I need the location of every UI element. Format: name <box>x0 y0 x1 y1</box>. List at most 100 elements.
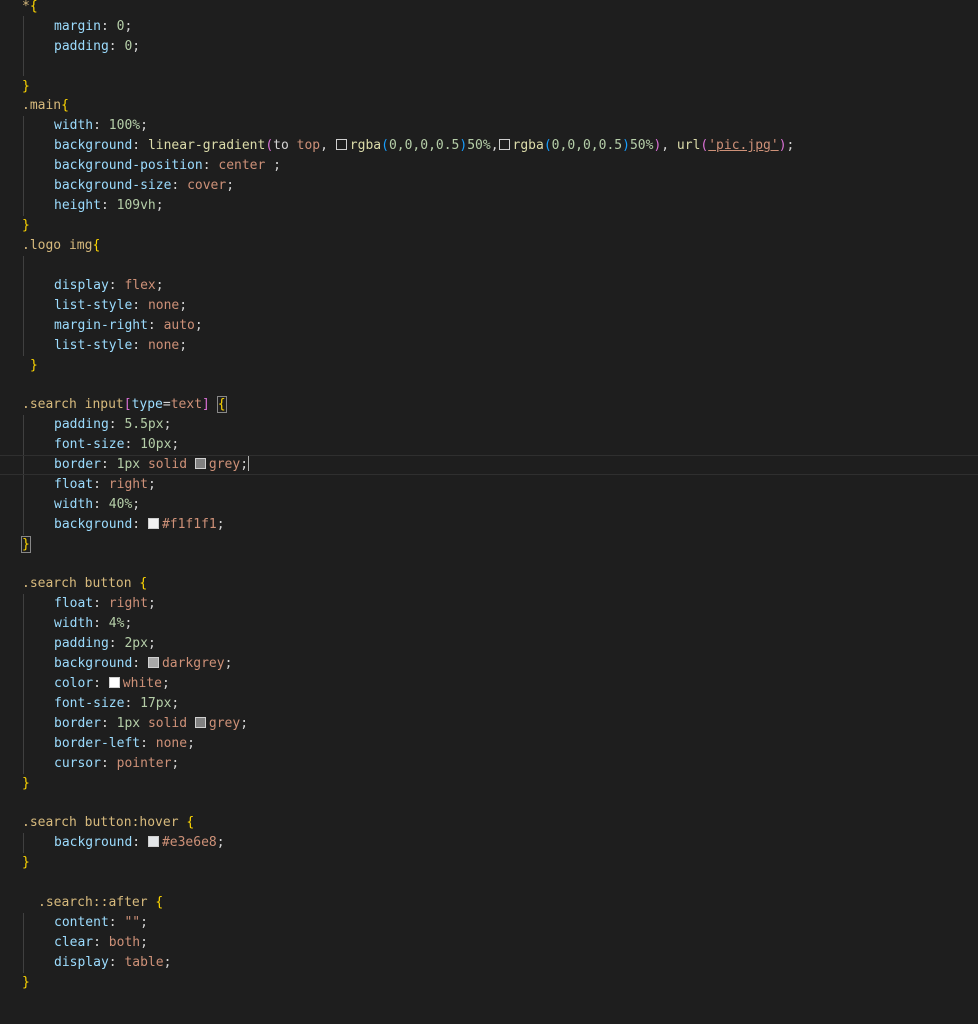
color-swatch[interactable] <box>336 139 347 150</box>
code-token: : <box>93 596 109 611</box>
code-token: "" <box>124 915 140 930</box>
code-line[interactable]: border-left: none; <box>54 734 195 754</box>
color-swatch[interactable] <box>499 139 510 150</box>
code-token: ; <box>132 497 140 512</box>
code-token: , <box>491 138 499 153</box>
code-line[interactable]: cursor: pointer; <box>54 754 179 774</box>
color-swatch[interactable] <box>195 458 206 469</box>
code-token: width <box>54 118 93 133</box>
code-token: clear <box>54 935 93 950</box>
code-line[interactable]: list-style: none; <box>54 336 187 356</box>
color-swatch[interactable] <box>109 677 120 688</box>
code-token: 2px <box>124 636 147 651</box>
code-token[interactable]: 'pic.jpg' <box>708 138 778 153</box>
code-token: { <box>218 397 226 412</box>
code-line[interactable]: } <box>22 77 30 97</box>
color-swatch[interactable] <box>148 518 159 529</box>
code-token: } <box>30 358 38 373</box>
code-token: ; <box>124 19 132 34</box>
code-line[interactable]: margin: 0; <box>54 17 132 37</box>
code-token: ; <box>140 935 148 950</box>
code-token: ; <box>179 298 187 313</box>
code-token: background-size <box>54 178 171 193</box>
code-token: text <box>171 397 202 412</box>
code-line[interactable]: padding: 2px; <box>54 634 156 654</box>
code-line[interactable]: background: linear-gradient(to top, rgba… <box>54 136 794 156</box>
code-line[interactable]: background: #f1f1f1; <box>54 515 225 535</box>
code-token: content <box>54 915 109 930</box>
code-line[interactable]: .logo img{ <box>22 236 100 256</box>
code-token: list-style <box>54 298 132 313</box>
code-token: * <box>22 0 30 14</box>
code-token: { <box>30 0 38 14</box>
code-token: color <box>54 676 93 691</box>
color-swatch[interactable] <box>148 657 159 668</box>
code-line[interactable]: font-size: 17px; <box>54 694 179 714</box>
code-line[interactable]: } <box>22 973 30 993</box>
code-line[interactable]: .main{ <box>22 96 69 116</box>
color-swatch[interactable] <box>148 836 159 847</box>
code-token: ; <box>148 636 156 651</box>
code-line[interactable]: float: right; <box>54 594 156 614</box>
code-line[interactable]: margin-right: auto; <box>54 316 203 336</box>
code-token: { <box>139 576 147 591</box>
code-line[interactable]: color: white; <box>54 674 170 694</box>
code-token: ( <box>381 138 389 153</box>
code-token: none <box>148 338 179 353</box>
code-line[interactable]: background-position: center ; <box>54 156 281 176</box>
code-token: .search::after <box>38 895 155 910</box>
code-token: both <box>109 935 140 950</box>
code-token: 100% <box>109 118 140 133</box>
code-line[interactable]: content: ""; <box>54 913 148 933</box>
code-token: right <box>109 596 148 611</box>
code-line[interactable]: display: table; <box>54 953 171 973</box>
code-line[interactable]: } <box>22 774 30 794</box>
code-token: : <box>109 417 125 432</box>
code-line[interactable]: *{ <box>22 0 38 17</box>
code-line[interactable]: height: 109vh; <box>54 196 164 216</box>
code-line[interactable]: list-style: none; <box>54 296 187 316</box>
code-line[interactable]: display: flex; <box>54 276 164 296</box>
code-line[interactable]: background-size: cover; <box>54 176 234 196</box>
code-line[interactable]: .search input[type=text] { <box>22 395 226 415</box>
code-token: : <box>109 39 125 54</box>
code-line[interactable]: } <box>22 535 30 555</box>
code-line[interactable]: background: #e3e6e8; <box>54 833 225 853</box>
code-token: : <box>101 756 117 771</box>
code-line[interactable]: } <box>22 216 30 236</box>
code-line[interactable]: width: 4%; <box>54 614 132 634</box>
code-token: white <box>123 676 162 691</box>
code-token: ; <box>171 696 179 711</box>
code-editor[interactable]: *{ margin: 0; padding: 0; } .main{ width… <box>0 0 978 1024</box>
code-line[interactable]: padding: 5.5px; <box>54 415 171 435</box>
code-token: background <box>54 656 132 671</box>
code-token: top <box>297 138 320 153</box>
code-token: .search button:hover <box>22 815 186 830</box>
code-token: background-position <box>54 158 203 173</box>
code-token: background <box>54 138 132 153</box>
code-token: right <box>109 477 148 492</box>
code-line[interactable]: .search button { <box>22 574 147 594</box>
color-swatch[interactable] <box>195 717 206 728</box>
code-token: : <box>93 477 109 492</box>
code-line[interactable]: width: 40%; <box>54 495 140 515</box>
code-token: cover <box>187 178 226 193</box>
code-token: 0,0,0,0.5 <box>552 138 622 153</box>
code-token: #f1f1f1 <box>162 517 217 532</box>
code-line[interactable]: border: 1px solid grey; <box>54 714 248 734</box>
code-token: : <box>101 198 117 213</box>
code-line[interactable]: background: darkgrey; <box>54 654 232 674</box>
current-line[interactable]: border: 1px solid grey; <box>0 455 978 475</box>
code-line[interactable]: width: 100%; <box>54 116 148 136</box>
code-line[interactable]: clear: both; <box>54 933 148 953</box>
code-token: ; <box>225 656 233 671</box>
code-line[interactable]: } <box>22 853 30 873</box>
code-token: ; <box>787 138 795 153</box>
code-line[interactable]: } <box>30 356 38 376</box>
code-line[interactable]: .search::after { <box>38 893 163 913</box>
code-line[interactable]: padding: 0; <box>54 37 140 57</box>
code-line[interactable]: float: right; <box>54 475 156 495</box>
code-line[interactable]: font-size: 10px; <box>54 435 179 455</box>
code-token: : <box>93 497 109 512</box>
code-line[interactable]: .search button:hover { <box>22 813 194 833</box>
